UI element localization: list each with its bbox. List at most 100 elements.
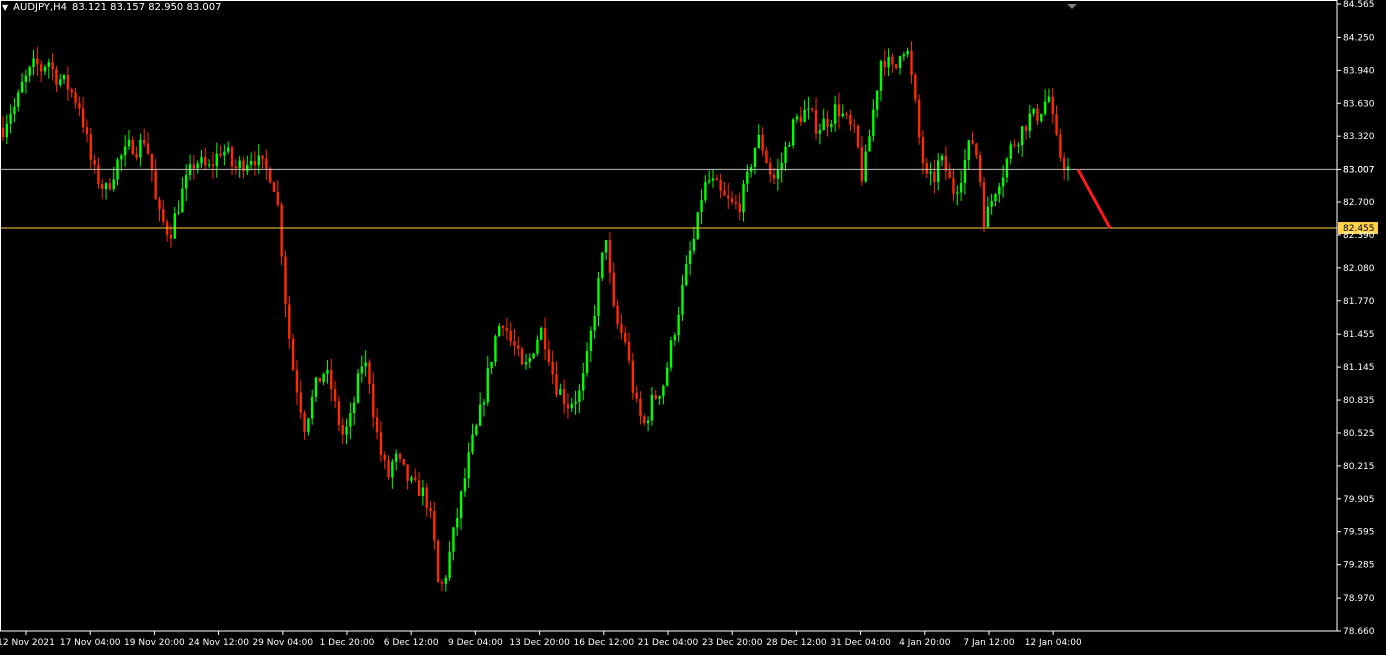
bear-candle [265, 158, 268, 169]
bull-candle [742, 183, 745, 213]
bull-candle [47, 62, 51, 67]
bear-candle [436, 540, 440, 583]
y-tick-label: 80.525 [1343, 429, 1375, 439]
bull-candle [238, 160, 241, 169]
bull-candle [498, 326, 501, 337]
bull-candle [875, 90, 879, 110]
bear-candle [772, 174, 776, 179]
y-tick-label: 82.080 [1343, 264, 1375, 274]
x-tick-label: 16 Dec 12:00 [574, 638, 635, 648]
price-chart[interactable]: 83.00782.455 84.565 84.250 83.940 83.630 83.… [0, 0, 1386, 655]
bear-candle [1024, 126, 1028, 131]
x-tick-label: 21 Dec 04:00 [638, 638, 699, 648]
bull-candle [788, 145, 791, 147]
bull-candle [872, 109, 875, 137]
bear-candle [555, 374, 558, 395]
y-tick-label: 83.320 [1343, 132, 1375, 142]
bull-candle [471, 434, 474, 453]
bear-candle [895, 64, 898, 69]
bear-candle [78, 103, 81, 109]
bear-candle [517, 345, 520, 349]
x-tick-label: 31 Dec 04:00 [830, 638, 891, 648]
bear-candle [1013, 144, 1016, 146]
x-tick-label: 6 Dec 12:00 [384, 638, 439, 648]
bear-candle [654, 395, 657, 399]
bull-candle [669, 340, 673, 368]
bear-candle [944, 155, 948, 171]
bull-candle [459, 491, 463, 519]
bear-candle [280, 204, 283, 257]
y-tick-label: 84.250 [1343, 33, 1375, 43]
bear-candle [253, 161, 257, 166]
bear-candle [509, 330, 512, 342]
bear-candle [379, 432, 383, 455]
y-tick-label: 78.660 [1343, 627, 1375, 637]
bear-candle [719, 180, 722, 191]
y-tick-label: 84.565 [1343, 0, 1375, 10]
bear-candle [643, 416, 646, 424]
bear-candle [520, 348, 524, 365]
x-tick-label: 7 Jan 12:00 [963, 638, 1015, 648]
bull-candle [32, 58, 35, 67]
bull-candle [994, 194, 997, 201]
bull-candle [1005, 158, 1009, 178]
bull-candle [898, 56, 902, 69]
bear-candle [372, 383, 375, 418]
bear-candle [627, 342, 631, 361]
bull-candle [879, 61, 883, 91]
bull-candle [662, 385, 665, 397]
bull-candle [833, 104, 837, 124]
bull-candle [227, 147, 230, 152]
bear-candle [93, 159, 96, 165]
bear-candle [414, 477, 417, 481]
bull-candle [841, 113, 844, 117]
bear-candle [330, 369, 333, 390]
bull-candle [494, 336, 497, 363]
x-tick-label: 4 Jan 20:00 [899, 638, 951, 648]
bull-candle [1017, 144, 1020, 146]
bull-candle [173, 213, 176, 239]
bear-candle [883, 61, 886, 68]
bear-candle [70, 89, 73, 93]
bull-candle [711, 178, 715, 181]
bull-candle [524, 362, 528, 365]
bull-candle [929, 171, 932, 174]
bull-candle [906, 50, 909, 55]
price-lines: 83.00782.455 [0, 4, 1378, 235]
x-tick-label: 24 Nov 12:00 [188, 638, 249, 648]
bear-candle [727, 195, 730, 199]
bull-candle [528, 358, 531, 363]
bear-candle [284, 256, 287, 305]
bull-candle [807, 108, 810, 110]
bear-candle [631, 360, 635, 393]
bull-candle [246, 164, 249, 172]
bull-candle [956, 192, 959, 194]
bull-candle [196, 163, 199, 169]
dropdown-triangle-icon[interactable]: ▼ [2, 3, 8, 12]
bear-candle [799, 116, 802, 123]
bull-candle [585, 350, 589, 374]
x-tick-label: 13 Dec 20:00 [509, 638, 570, 648]
ohlc-values: 83.121 83.157 82.950 83.007 [71, 2, 222, 13]
bull-candle [887, 56, 890, 68]
bear-candle [97, 164, 100, 185]
bull-candle [570, 403, 573, 409]
bear-candle [398, 453, 402, 459]
bull-candle [822, 118, 825, 131]
bull-candle [9, 114, 12, 124]
bear-candle [85, 127, 89, 135]
bear-candle [505, 328, 509, 331]
bull-candle [704, 182, 707, 201]
bear-candle [337, 401, 341, 425]
candles [1, 41, 1070, 592]
bull-candle [532, 353, 535, 359]
bull-candle [200, 157, 203, 164]
bull-candle [448, 551, 451, 578]
bull-candle [444, 577, 447, 584]
bear-candle [849, 114, 852, 125]
bear-candle [1, 127, 5, 138]
bear-candle [269, 168, 272, 183]
bear-candle [639, 398, 642, 417]
bull-candle [452, 527, 455, 552]
x-tick-label: 28 Dec 12:00 [766, 638, 827, 648]
